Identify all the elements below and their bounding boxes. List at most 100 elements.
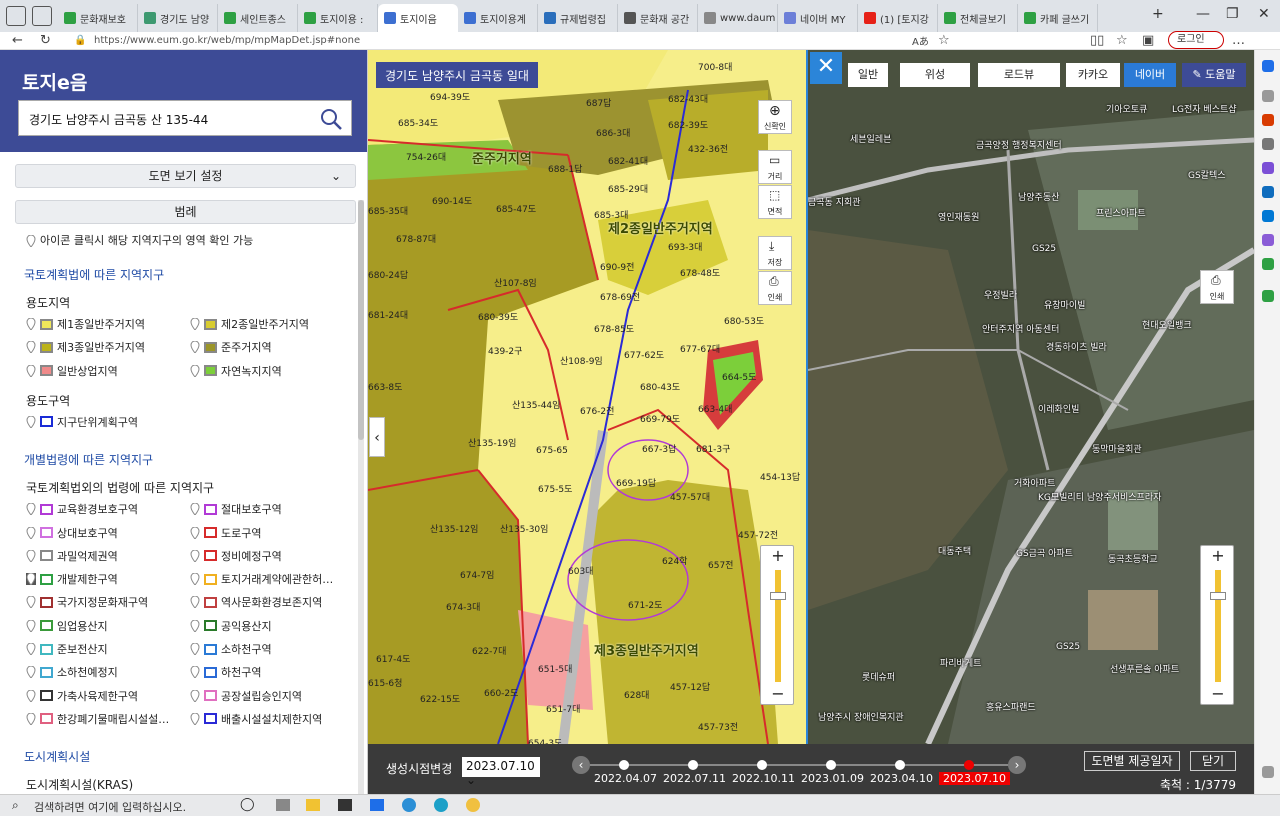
poi-label[interactable]: 우정빌라 xyxy=(984,288,1017,301)
timeline-date[interactable]: 2022.10.11 xyxy=(732,772,795,785)
pin-icon[interactable] xyxy=(26,415,36,428)
more-icon[interactable]: … xyxy=(1232,33,1245,48)
legend-item[interactable]: 개발제한구역 xyxy=(26,571,118,587)
browser-tab[interactable]: 토지이용 : xyxy=(298,4,378,32)
browser-tab[interactable]: 규제법령집 xyxy=(538,4,618,32)
ie-icon[interactable] xyxy=(402,798,416,812)
browser-tab[interactable]: 전체글보기 xyxy=(938,4,1018,32)
pin-icon[interactable] xyxy=(190,643,200,655)
legend-item[interactable]: 국가지정문화재구역 xyxy=(26,594,148,610)
timeline-date[interactable]: 2023.01.09 xyxy=(801,772,864,785)
print-tool[interactable]: ⎙ 인쇄 xyxy=(758,271,792,305)
zoom-track[interactable] xyxy=(775,570,781,682)
browser-tab[interactable]: 토지이용계 xyxy=(458,4,538,32)
browser-tab[interactable]: 세인트종스 xyxy=(218,4,298,32)
legend-item[interactable]: 배출시설설치제한지역 xyxy=(190,711,322,727)
pin-icon[interactable] xyxy=(190,318,200,330)
taskbar-search[interactable]: 검색하려면 여기에 입력하십시오. xyxy=(34,799,186,815)
pin-icon[interactable] xyxy=(26,689,36,702)
split-icon[interactable]: ▯▯ xyxy=(1090,33,1104,48)
pin-icon[interactable] xyxy=(190,364,200,377)
map-type-satellite[interactable]: 위성 xyxy=(900,63,970,87)
login-button[interactable]: 로그인 xyxy=(1168,31,1224,49)
satellite-map[interactable]: 기아오토큐 LG전자 베스트샵 세븐일레븐 금곡양정 행정복지센터 금곡동 지회관 남양주… xyxy=(808,50,1254,744)
tree-icon[interactable] xyxy=(1262,290,1274,302)
legend-item[interactable]: 소하천구역 xyxy=(190,641,272,657)
help-button[interactable]: ✎ 도움말 xyxy=(1182,63,1246,87)
poi-label[interactable]: GS금곡 아파트 xyxy=(1016,546,1073,559)
poi-label[interactable]: 남양주시 장애인복지관 xyxy=(818,710,904,723)
legend-tab[interactable]: 범례 xyxy=(15,200,356,224)
pin-icon[interactable] xyxy=(26,573,36,586)
pin-icon[interactable] xyxy=(190,549,200,562)
poi-label[interactable]: 기아오토큐 xyxy=(1106,102,1147,115)
outlook-icon[interactable] xyxy=(1262,186,1274,198)
legend-item[interactable]: 역사문화환경보존지역 xyxy=(190,594,322,610)
file-explorer-icon[interactable] xyxy=(306,799,320,811)
pin-icon[interactable] xyxy=(26,526,36,539)
poi-label[interactable]: 안터주지역 아동센터 xyxy=(982,322,1059,335)
favorite-icon[interactable]: ☆ xyxy=(938,33,950,48)
poi-label[interactable]: GS칼텍스 xyxy=(1188,168,1226,181)
search-icon[interactable]: ⌕ xyxy=(12,798,19,813)
poi-label[interactable]: 프린스아파트 xyxy=(1096,206,1146,219)
games-icon[interactable] xyxy=(1262,162,1274,174)
read-aloud-icon[interactable]: Aあ xyxy=(912,33,929,48)
legend-item[interactable]: 임업용산지 xyxy=(26,618,108,634)
search-icon[interactable] xyxy=(319,107,343,131)
url-field[interactable]: 🔒 https://www.eum.go.kr/web/mp/mpMapDet.… xyxy=(68,32,908,50)
pin-icon[interactable] xyxy=(26,364,36,377)
timeline-point[interactable] xyxy=(826,760,836,770)
drop-icon[interactable] xyxy=(1262,258,1274,270)
map-type-general[interactable]: 일반 xyxy=(848,63,888,87)
poi-label[interactable]: 영인재동원 xyxy=(938,210,979,223)
timeline-date[interactable]: 2023.04.10 xyxy=(870,772,933,785)
poi-label[interactable]: LG전자 베스트샵 xyxy=(1172,102,1237,115)
shopping-icon[interactable] xyxy=(1262,114,1274,126)
legend-item[interactable]: 제3종일반주거지역 xyxy=(26,339,145,355)
maximize-icon[interactable]: ❐ xyxy=(1226,6,1239,22)
search-input[interactable]: 경기도 남양주시 금곡동 산 135-44 xyxy=(18,100,352,136)
timeline-point[interactable] xyxy=(964,760,974,770)
close-window-icon[interactable]: ✕ xyxy=(1258,6,1270,22)
timeline-point[interactable] xyxy=(619,760,629,770)
zoom-in-button[interactable]: + xyxy=(1201,546,1235,566)
zoom-slider-handle[interactable] xyxy=(770,592,786,600)
browser-tab[interactable]: 네이버 MY xyxy=(778,4,858,32)
poi-label[interactable]: 홍유스파랜드 xyxy=(986,700,1036,713)
bing-icon[interactable] xyxy=(1262,60,1274,72)
timeline-prev-button[interactable]: ‹ xyxy=(572,756,590,774)
minimize-icon[interactable]: — xyxy=(1196,6,1210,22)
office-icon[interactable] xyxy=(1262,210,1274,222)
poi-label[interactable]: 거화아파트 xyxy=(1014,476,1055,489)
tools-icon[interactable] xyxy=(1262,138,1274,150)
app-icon[interactable] xyxy=(466,798,480,812)
poi-label[interactable]: 선생푸른솔 아파트 xyxy=(1110,662,1179,675)
browser-tab[interactable]: 문화재보호 xyxy=(58,4,138,32)
store-icon[interactable] xyxy=(338,799,352,811)
zoom-out-button[interactable]: − xyxy=(761,684,795,704)
mail-icon[interactable] xyxy=(370,799,384,811)
legend-item[interactable]: 정비예정구역 xyxy=(190,548,282,564)
edge-icon[interactable] xyxy=(434,798,448,812)
map-provider-kakao[interactable]: 카카오 xyxy=(1066,63,1120,87)
panel-scrollbar[interactable] xyxy=(358,200,364,794)
legend-item[interactable]: 준보전산지 xyxy=(26,641,108,657)
pin-icon[interactable] xyxy=(190,689,200,702)
provide-date-button[interactable]: 도면별 제공일자 xyxy=(1084,751,1180,771)
pin-icon[interactable] xyxy=(190,619,200,632)
favorites-bar-icon[interactable]: ☆ xyxy=(1116,33,1128,48)
poi-label[interactable]: 세븐일레븐 xyxy=(850,132,891,145)
pin-icon[interactable] xyxy=(190,573,200,586)
legend-item[interactable]: 도로구역 xyxy=(190,525,261,541)
legend-item[interactable]: 토지거래계약에관한허… xyxy=(190,571,333,587)
poi-label[interactable]: 금곡양정 행정복지센터 xyxy=(976,138,1062,151)
poi-label[interactable]: GS25 xyxy=(1032,244,1056,254)
timeline-date[interactable]: 2022.07.11 xyxy=(663,772,726,785)
poi-label[interactable]: KG모빌리티 남양주서비스프라자 xyxy=(1038,490,1161,503)
poi-label[interactable]: 경동하이츠 빌라 xyxy=(1046,340,1107,353)
browser-tab[interactable]: www.daum xyxy=(698,4,778,32)
back-icon[interactable]: ← xyxy=(12,33,23,48)
pin-icon[interactable] xyxy=(26,596,36,609)
zoom-control-left[interactable]: + − xyxy=(760,545,794,705)
